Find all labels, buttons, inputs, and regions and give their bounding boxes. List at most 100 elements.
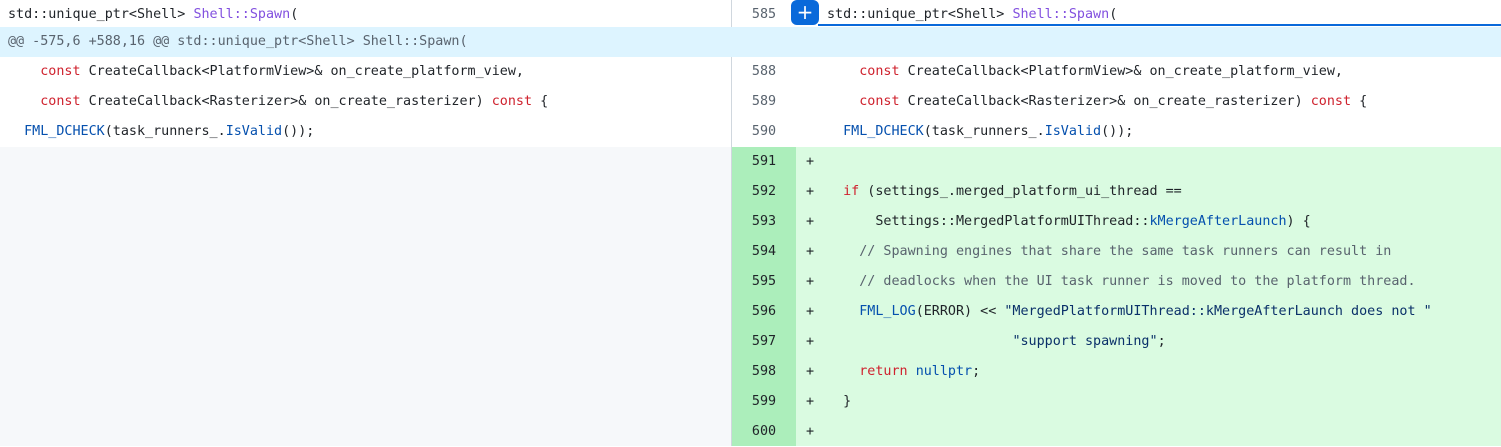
code-token-keyword: const xyxy=(40,64,81,79)
code-token: CreateCallback<PlatformView>& on_create_… xyxy=(899,64,1343,79)
code-token-comment: // deadlocks when the UI task runner is … xyxy=(859,274,1416,289)
code-token: Settings::MergedPlatformUIThread:: xyxy=(875,214,1150,229)
added-line-background xyxy=(796,417,1501,446)
left-header-code: std::unique_ptr<Shell> Shell::Spawn( xyxy=(8,0,298,30)
left-code-line: const CreateCallback<PlatformView>& on_c… xyxy=(8,57,524,87)
code-token-macro: FML_LOG xyxy=(859,304,916,319)
addition-marker: + xyxy=(806,304,815,319)
added-line-599: 599 + } xyxy=(0,387,1501,417)
hunk-header-text: @@ -575,6 +588,16 @@ std::unique_ptr<She… xyxy=(8,34,468,49)
code-token: { xyxy=(1351,94,1368,109)
line-number[interactable]: 589 xyxy=(732,87,796,117)
code-token: ; xyxy=(972,364,981,379)
line-number[interactable]: 599 xyxy=(732,387,796,417)
code-token: CreateCallback<PlatformView>& on_create_… xyxy=(80,64,524,79)
code-token-method: IsValid xyxy=(1044,124,1102,139)
line-number[interactable]: 595 xyxy=(732,267,796,297)
line-number[interactable]: 590 xyxy=(732,117,796,147)
code-token: ()); xyxy=(1101,124,1134,139)
line-number[interactable]: 600 xyxy=(732,417,796,446)
code-token: (settings_.merged_platform_ui_thread == xyxy=(859,184,1182,199)
code-token-keyword: return xyxy=(859,364,908,379)
code-token: { xyxy=(532,94,549,109)
line-number[interactable]: 592 xyxy=(732,177,796,207)
addition-marker: + xyxy=(806,274,815,289)
line-number-585: 585 xyxy=(751,7,777,22)
context-line-590: FML_DCHECK(task_runners_.IsValid()); 590… xyxy=(0,117,1501,147)
line-number[interactable]: 594 xyxy=(732,237,796,267)
code-token-keyword: const xyxy=(1310,94,1352,109)
code-token: ()); xyxy=(282,124,315,139)
code-token-keyword: const xyxy=(859,64,900,79)
right-code-line: // Spawning engines that share the same … xyxy=(827,237,1391,267)
added-line-background xyxy=(796,387,1501,417)
added-line-597: 597 + "support spawning"; xyxy=(0,327,1501,357)
line-number[interactable]: 597 xyxy=(732,327,796,357)
code-token: ) { xyxy=(1286,214,1311,229)
code-token-string: "support spawning" xyxy=(1012,334,1158,349)
code-token-function: Shell::Spawn xyxy=(193,7,291,22)
code-token-function: Shell::Spawn xyxy=(1012,7,1110,22)
expand-comment-button[interactable]: + xyxy=(791,0,819,25)
left-code-line: FML_DCHECK(task_runners_.IsValid()); xyxy=(8,117,314,147)
line-number[interactable]: 598 xyxy=(732,357,796,387)
code-token-keyword: const xyxy=(859,94,900,109)
code-token: } xyxy=(843,394,852,409)
code-token: (ERROR) << xyxy=(915,304,1005,319)
line-number[interactable]: 593 xyxy=(732,207,796,237)
added-line-595: 595 + // deadlocks when the UI task runn… xyxy=(0,267,1501,297)
right-code-line: FML_DCHECK(task_runners_.IsValid()); xyxy=(827,117,1133,147)
added-line-600: 600 + xyxy=(0,417,1501,446)
right-header-code: std::unique_ptr<Shell> Shell::Spawn( xyxy=(827,0,1117,30)
code-token-constant: nullptr xyxy=(915,364,973,379)
code-token-method: IsValid xyxy=(225,124,283,139)
addition-marker: + xyxy=(806,184,815,199)
context-line-589: const CreateCallback<Rasterizer>& on_cre… xyxy=(0,87,1501,117)
code-token: ; xyxy=(1157,334,1166,349)
left-code-line: const CreateCallback<Rasterizer>& on_cre… xyxy=(8,87,548,117)
added-line-background xyxy=(796,147,1501,177)
code-token: std::unique_ptr<Shell> xyxy=(8,7,194,22)
code-token-comment: // Spawning engines that share the same … xyxy=(859,244,1392,259)
addition-marker: + xyxy=(806,154,815,169)
code-token-macro: FML_DCHECK xyxy=(843,124,924,139)
code-token: (task_runners_. xyxy=(923,124,1045,139)
code-token: ( xyxy=(1109,7,1118,22)
added-line-593: 593 + Settings::MergedPlatformUIThread::… xyxy=(0,207,1501,237)
added-line-592: 592 + if (settings_.merged_platform_ui_t… xyxy=(0,177,1501,207)
line-number[interactable]: 596 xyxy=(732,297,796,327)
addition-marker: + xyxy=(806,244,815,259)
line-number[interactable]: 588 xyxy=(732,57,796,87)
right-code-line: const CreateCallback<PlatformView>& on_c… xyxy=(827,57,1343,87)
addition-marker: + xyxy=(806,364,815,379)
right-code-line: Settings::MergedPlatformUIThread::kMerge… xyxy=(827,207,1311,237)
right-code-line: "support spawning"; xyxy=(827,327,1166,357)
addition-marker: + xyxy=(806,214,815,229)
diff-header-row: std::unique_ptr<Shell> Shell::Spawn( 585… xyxy=(0,0,1501,30)
right-code-line: // deadlocks when the UI task runner is … xyxy=(827,267,1416,297)
hunk-header-row[interactable]: @@ -575,6 +588,16 @@ std::unique_ptr<She… xyxy=(0,27,1501,57)
line-number[interactable]: 591 xyxy=(732,147,796,177)
code-token-string: "MergedPlatformUIThread::kMergeAfterLaun… xyxy=(1004,304,1432,319)
right-code-line: return nullptr; xyxy=(827,357,980,387)
addition-marker: + xyxy=(806,424,815,439)
addition-marker: + xyxy=(806,394,815,409)
code-token: CreateCallback<Rasterizer>& on_create_ra… xyxy=(80,94,492,109)
context-line-588: const CreateCallback<PlatformView>& on_c… xyxy=(0,57,1501,87)
added-line-594: 594 + // Spawning engines that share the… xyxy=(0,237,1501,267)
added-line-598: 598 + return nullptr; xyxy=(0,357,1501,387)
right-code-line: } xyxy=(827,387,851,417)
